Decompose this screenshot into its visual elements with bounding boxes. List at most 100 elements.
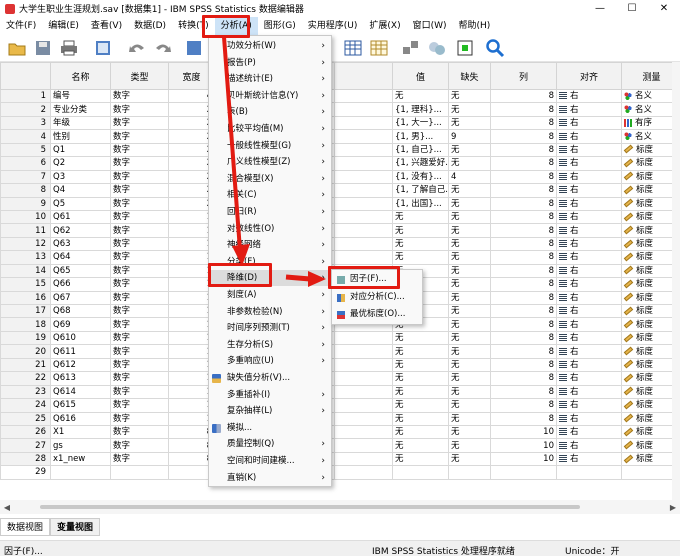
cell-measure[interactable]: 名义: [621, 129, 672, 144]
row-number[interactable]: 7: [0, 169, 51, 185]
cell-columns[interactable]: 8: [490, 357, 557, 373]
table-row[interactable]: 20Q611数字1无无8右标度输入: [0, 344, 672, 359]
cell-name[interactable]: Q61: [50, 209, 111, 225]
redo-icon[interactable]: [153, 38, 173, 58]
cell-measure[interactable]: 有序: [621, 115, 672, 131]
menu-item-2[interactable]: 查看(V): [85, 17, 128, 35]
menu-item-7[interactable]: 实用程序(U): [302, 17, 364, 35]
analyze-menu-item-17[interactable]: 时间序列预测(T) ›: [209, 320, 331, 336]
cell-measure[interactable]: 标度: [621, 277, 672, 292]
empty-cell[interactable]: [556, 465, 622, 480]
analyze-menu-item-26[interactable]: 直销(K) ›: [209, 470, 331, 486]
empty-cell[interactable]: [621, 465, 672, 480]
cell-name[interactable]: Q65: [50, 263, 111, 279]
row-number[interactable]: 4: [0, 129, 51, 144]
analyze-menu-item-5[interactable]: 比较平均值(M) ›: [209, 121, 331, 137]
cell-columns[interactable]: 8: [490, 169, 557, 185]
cell-align[interactable]: 右: [556, 411, 622, 426]
cell-measure[interactable]: 标度: [621, 398, 672, 413]
row-number[interactable]: 22: [0, 371, 51, 386]
cell-missing[interactable]: 无: [448, 156, 491, 171]
cell-columns[interactable]: 8: [490, 183, 557, 198]
cell-type[interactable]: 数字: [110, 156, 169, 171]
cell-missing[interactable]: 无: [448, 115, 491, 131]
cell-missing[interactable]: 无: [448, 303, 491, 319]
cell-values[interactable]: 无: [392, 451, 449, 467]
cell-type[interactable]: 数字: [110, 129, 169, 144]
column-header-8[interactable]: 对齐: [556, 62, 622, 90]
cell-type[interactable]: 数字: [110, 102, 169, 117]
cell-align[interactable]: 右: [556, 384, 622, 400]
cell-columns[interactable]: 8: [490, 290, 557, 306]
row-number[interactable]: 19: [0, 330, 51, 346]
value-labels-icon[interactable]: [427, 38, 447, 58]
submenu-item-1[interactable]: 对应分析(C)...: [332, 289, 422, 306]
cell-hidden[interactable]: [334, 438, 393, 453]
cell-type[interactable]: 数字: [110, 344, 169, 359]
cell-measure[interactable]: 标度: [621, 411, 672, 426]
table-row[interactable]: 28x1_new数字8无无10右标度输入: [0, 451, 672, 467]
cell-type[interactable]: 数字: [110, 196, 169, 211]
table-row[interactable]: 11Q62数字1无无8右标度输入: [0, 223, 672, 238]
empty-cell[interactable]: [392, 465, 449, 480]
row-number[interactable]: 10: [0, 209, 51, 225]
cell-name[interactable]: Q614: [50, 384, 111, 400]
cell-columns[interactable]: 8: [490, 156, 557, 171]
menu-item-6[interactable]: 图形(G): [258, 17, 302, 35]
cell-columns[interactable]: 8: [490, 330, 557, 346]
cell-columns[interactable]: 8: [490, 236, 557, 252]
analyze-menu-item-11[interactable]: 对数线性(O) ›: [209, 221, 331, 237]
analyze-menu-item-2[interactable]: 描述统计(E) ›: [209, 71, 331, 87]
cell-measure[interactable]: 标度: [621, 290, 672, 306]
row-number[interactable]: 6: [0, 156, 51, 171]
analyze-menu-item-10[interactable]: 回归(R) ›: [209, 204, 331, 220]
analyze-menu-item-24[interactable]: 质量控制(Q) ›: [209, 436, 331, 452]
cell-hidden[interactable]: [334, 183, 393, 198]
select-cases-icon[interactable]: [369, 38, 389, 58]
row-number[interactable]: 20: [0, 344, 51, 359]
cell-values[interactable]: {1, 自己}...: [392, 142, 449, 158]
empty-cell[interactable]: [110, 465, 169, 480]
table-row[interactable]: 22Q613数字1无无8右标度输入: [0, 371, 672, 386]
cell-align[interactable]: 右: [556, 424, 622, 440]
cell-values[interactable]: 无: [392, 384, 449, 400]
cell-values[interactable]: 无: [392, 424, 449, 440]
analyze-menu-item-3[interactable]: 贝叶斯统计信息(Y) ›: [209, 88, 331, 104]
cell-missing[interactable]: 无: [448, 424, 491, 440]
cell-name[interactable]: Q68: [50, 303, 111, 319]
cell-name[interactable]: Q1: [50, 142, 111, 158]
row-number[interactable]: 8: [0, 183, 51, 198]
cell-hidden[interactable]: [334, 169, 393, 185]
cell-align[interactable]: 右: [556, 371, 622, 386]
column-header-0[interactable]: 名称: [50, 62, 111, 90]
table-row[interactable]: 1编号数字4无无8右名义无: [0, 88, 672, 104]
cell-align[interactable]: 右: [556, 290, 622, 306]
row-number[interactable]: 1: [0, 88, 51, 104]
cell-missing[interactable]: 无: [448, 290, 491, 306]
cell-measure[interactable]: 标度: [621, 357, 672, 373]
cell-align[interactable]: 右: [556, 183, 622, 198]
cell-measure[interactable]: 名义: [621, 102, 672, 117]
cell-missing[interactable]: 无: [448, 384, 491, 400]
cell-type[interactable]: 数字: [110, 438, 169, 453]
cell-name[interactable]: 专业分类: [50, 102, 111, 117]
cell-align[interactable]: 右: [556, 398, 622, 413]
scroll-thumb[interactable]: [40, 505, 580, 509]
cell-missing[interactable]: 无: [448, 330, 491, 346]
cell-missing[interactable]: 无: [448, 398, 491, 413]
cell-missing[interactable]: 无: [448, 344, 491, 359]
row-number[interactable]: 16: [0, 290, 51, 306]
cell-type[interactable]: 数字: [110, 277, 169, 292]
column-header-4[interactable]: [334, 62, 393, 90]
cell-name[interactable]: 性别: [50, 129, 111, 144]
cell-values[interactable]: 无: [392, 223, 449, 238]
row-number[interactable]: 28: [0, 451, 51, 467]
row-number[interactable]: 27: [0, 438, 51, 453]
undo-icon[interactable]: [127, 38, 147, 58]
menu-item-10[interactable]: 帮助(H): [453, 17, 497, 35]
cell-hidden[interactable]: [334, 88, 393, 104]
row-number[interactable]: 15: [0, 277, 51, 292]
cell-values[interactable]: 无: [392, 236, 449, 252]
search-icon[interactable]: [485, 38, 505, 58]
maximize-button[interactable]: ☐: [616, 0, 648, 17]
